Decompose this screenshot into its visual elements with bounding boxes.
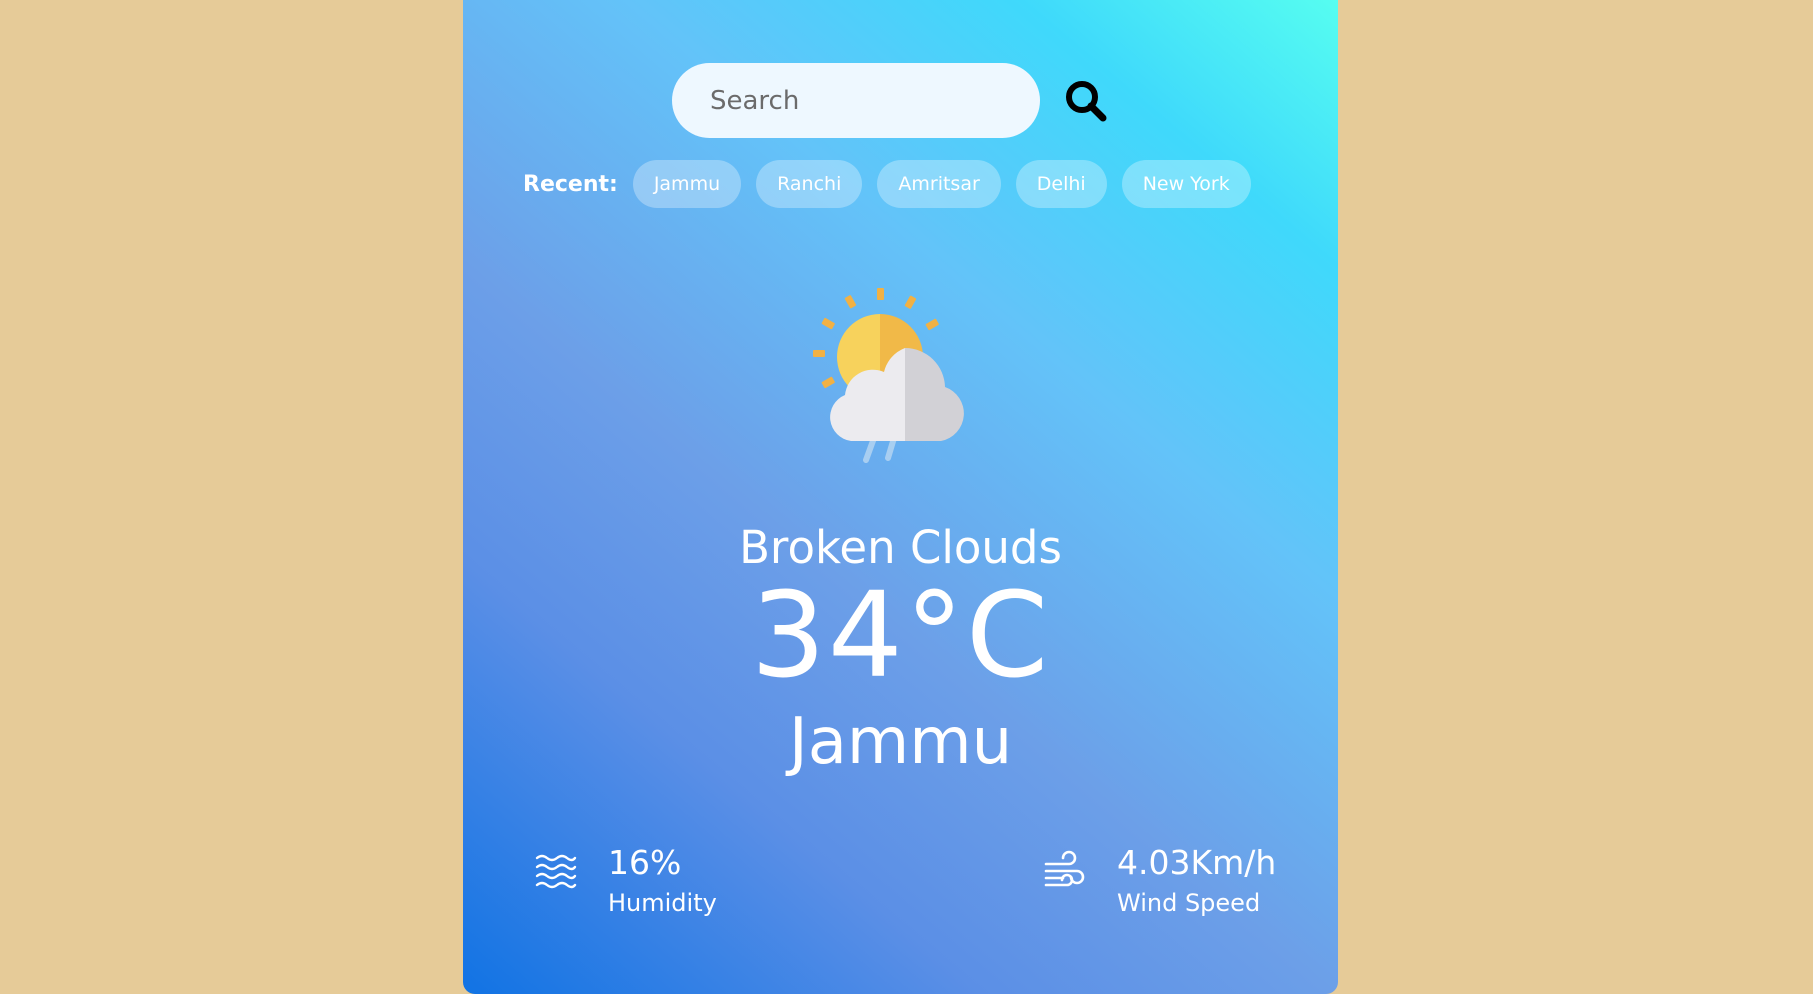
recent-searches: Recent: Jammu Ranchi Amritsar Delhi New … <box>523 160 1266 208</box>
humidity-waves-icon <box>535 854 577 889</box>
search-icon <box>1066 80 1107 121</box>
temperature: 34°C <box>750 566 1051 704</box>
sun-cloud-rain-icon <box>813 288 964 463</box>
wind-speed-stat: 4.03Km/h Wind Speed <box>1043 843 1276 917</box>
recent-chip-jammu[interactable]: Jammu <box>632 160 742 208</box>
weather-card: Recent: Jammu Ranchi Amritsar Delhi New … <box>463 0 1338 994</box>
search-input[interactable] <box>672 63 1040 138</box>
recent-chip-ranchi[interactable]: Ranchi <box>756 160 863 208</box>
recent-label: Recent: <box>523 171 618 197</box>
recent-chip-new-york[interactable]: New York <box>1121 160 1251 208</box>
wind-speed-value: 4.03Km/h <box>1117 843 1277 882</box>
humidity-stat: 16% Humidity <box>534 843 717 917</box>
humidity-label: Humidity <box>608 889 717 917</box>
search-button[interactable] <box>1062 77 1110 125</box>
search-bar <box>672 63 1110 138</box>
city-name: Jammu <box>788 705 1013 779</box>
recent-chip-delhi[interactable]: Delhi <box>1015 160 1107 208</box>
wind-speed-label: Wind Speed <box>1117 889 1261 917</box>
wind-icon <box>1044 850 1085 887</box>
humidity-value: 16% <box>608 843 682 882</box>
recent-chip-amritsar[interactable]: Amritsar <box>877 160 1001 208</box>
